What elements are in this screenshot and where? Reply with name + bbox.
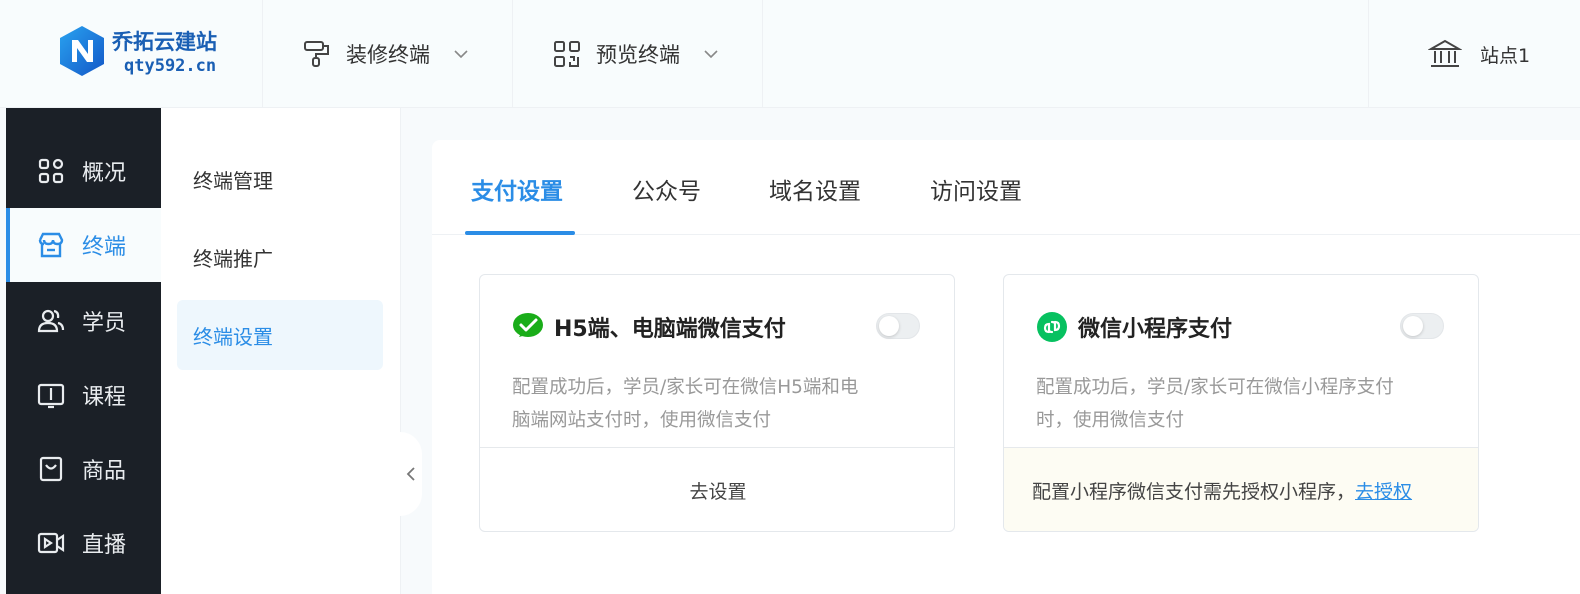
brand-logo[interactable]: 乔拓云建站 qty592.cn [56, 22, 246, 82]
users-icon [37, 309, 65, 333]
brand-logo-icon [60, 26, 104, 76]
active-tab-indicator [465, 231, 575, 235]
sidebar-item-terminal[interactable]: 终端 [6, 208, 161, 282]
preview-terminal-label: 预览终端 [596, 43, 680, 67]
toggle-knob [879, 316, 899, 336]
main-sidebar: 概况 终端 学员 课程 商品 直播 [6, 108, 161, 594]
mini-program-pay-card: 微信小程序支付 配置成功后，学员/家长可在微信小程序支付 时，使用微信支付 配置… [1003, 274, 1479, 532]
brand-title: 乔拓云建站 [112, 30, 217, 54]
sidebar-item-products[interactable]: 商品 [6, 432, 161, 506]
header-divider [762, 0, 763, 108]
sidebar-item-courses[interactable]: 课程 [6, 358, 161, 432]
collapse-submenu-button[interactable] [400, 432, 422, 516]
qr-code-icon [554, 41, 580, 67]
sidebar-item-label: 课程 [82, 385, 127, 410]
sidebar-item-live[interactable]: 直播 [6, 506, 161, 580]
sidebar-item-label: 概况 [82, 161, 127, 186]
bank-building-icon [1428, 39, 1462, 67]
submenu-item-terminal-manage[interactable]: 终端管理 [177, 144, 383, 214]
chevron-down-icon [454, 50, 468, 59]
sidebar-item-overview[interactable]: 概况 [6, 134, 161, 208]
h5-wechat-pay-card: H5端、电脑端微信支付 配置成功后，学员/家长可在微信H5端和电 脑端网站支付时… [479, 274, 955, 532]
submenu-item-terminal-settings[interactable]: 终端设置 [177, 300, 383, 370]
sidebar-item-label: 终端 [82, 235, 127, 260]
submenu-item-terminal-promote[interactable]: 终端推广 [177, 222, 383, 292]
card-header: H5端、电脑端微信支付 [512, 311, 786, 343]
authorization-notice-text: 配置小程序微信支付需先授权小程序， [1032, 481, 1356, 503]
sidebar-item-label: 商品 [82, 459, 127, 484]
chevron-down-icon [704, 50, 718, 59]
store-icon [38, 232, 64, 258]
header-divider [1368, 0, 1369, 108]
video-camera-icon [37, 532, 65, 554]
card-footer: 去设置 [480, 447, 954, 531]
decorate-terminal-menu[interactable]: 装修终端 [302, 36, 470, 72]
sub-sidebar: 终端管理 终端推广 终端设置 [161, 108, 401, 594]
decorate-terminal-label: 装修终端 [346, 43, 430, 67]
card-description: 配置成功后，学员/家长可在微信小程序支付 时，使用微信支付 [1036, 371, 1448, 437]
dashboard-grid-icon [38, 158, 64, 184]
card-title: H5端、电脑端微信支付 [554, 317, 786, 342]
chevron-left-icon [406, 467, 415, 481]
authorization-notice: 配置小程序微信支付需先授权小程序， 去授权 [1004, 447, 1478, 531]
book-icon [37, 383, 65, 409]
settings-tabs: 支付设置 公众号 域名设置 访问设置 [432, 140, 1580, 235]
main-panel: 支付设置 公众号 域名设置 访问设置 H5端、电脑端微信支付 配置成功后，学员/… [432, 140, 1580, 594]
card-description-line: 脑端网站支付时，使用微信支付 [512, 410, 772, 431]
authorize-link[interactable]: 去授权 [1355, 477, 1412, 504]
tab-domain-settings[interactable]: 域名设置 [769, 172, 861, 206]
card-description: 配置成功后，学员/家长可在微信H5端和电 脑端网站支付时，使用微信支付 [512, 371, 924, 437]
card-description-line: 配置成功后，学员/家长可在微信H5端和电 [512, 377, 859, 398]
site-label: 站点1 [1480, 44, 1531, 67]
tab-access-settings[interactable]: 访问设置 [930, 172, 1022, 206]
sidebar-item-label: 直播 [82, 533, 127, 558]
site-switcher[interactable]: 站点1 [1428, 36, 1530, 72]
card-title: 微信小程序支付 [1078, 317, 1233, 342]
h5-pay-toggle[interactable] [876, 313, 920, 339]
tab-payment-settings[interactable]: 支付设置 [471, 172, 563, 206]
tab-official-account[interactable]: 公众号 [632, 172, 701, 206]
mini-program-pay-toggle[interactable] [1400, 313, 1444, 339]
sidebar-item-students[interactable]: 学员 [6, 284, 161, 358]
card-header: 微信小程序支付 [1036, 311, 1232, 343]
top-header: 乔拓云建站 qty592.cn 装修终端 预览终端 站点1 [0, 0, 1580, 108]
go-configure-button[interactable]: 去设置 [689, 477, 746, 504]
sidebar-item-label: 学员 [82, 311, 127, 336]
paint-roller-icon [304, 41, 329, 67]
wechat-pay-icon [513, 313, 543, 337]
card-description-line: 配置成功后，学员/家长可在微信小程序支付 [1036, 377, 1394, 398]
preview-terminal-menu[interactable]: 预览终端 [552, 36, 720, 72]
toggle-knob [1403, 316, 1423, 336]
card-description-line: 时，使用微信支付 [1036, 410, 1185, 431]
header-divider [262, 0, 263, 108]
shopping-bag-icon [39, 456, 63, 482]
mini-program-icon [1037, 312, 1067, 342]
brand-url: qty592.cn [124, 56, 217, 76]
header-divider [512, 0, 513, 108]
